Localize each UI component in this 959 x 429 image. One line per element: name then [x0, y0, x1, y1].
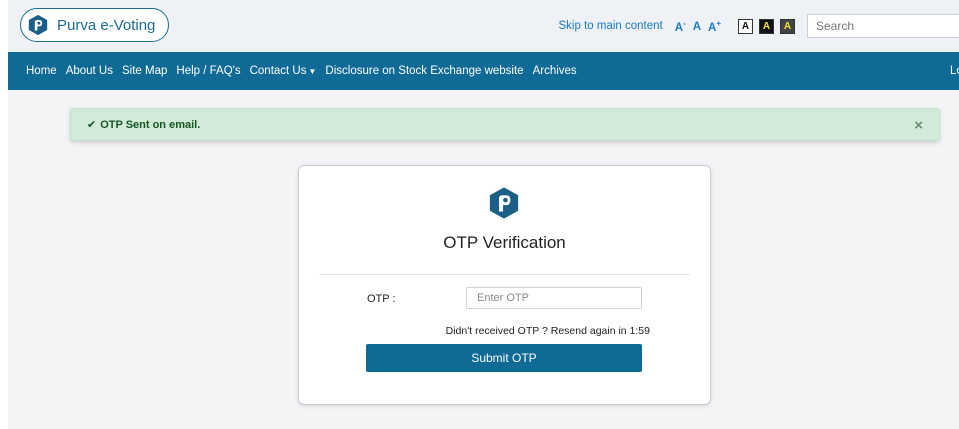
check-icon: ✔	[87, 119, 97, 131]
nav-contact-us[interactable]: Contact Us ▼	[250, 65, 317, 77]
brand-logo-link[interactable]: Purva e-Voting	[20, 8, 169, 42]
main-nav: Home About Us Site Map Help / FAQ's Cont…	[8, 52, 959, 90]
font-decrease-button[interactable]: A-	[675, 19, 686, 34]
purva-logo-icon	[489, 187, 519, 219]
nav-site-map[interactable]: Site Map	[122, 65, 167, 77]
brand-name: Purva e-Voting	[57, 16, 156, 34]
otp-sent-alert: ✔ OTP Sent on email. ×	[70, 108, 940, 141]
search-input[interactable]	[807, 14, 959, 38]
resend-timer-text: Didn't received OTP ? Resend again in 1:…	[445, 325, 650, 337]
contrast-controls: A A A	[738, 18, 795, 34]
font-normal-button[interactable]: A	[693, 21, 701, 33]
font-increase-button[interactable]: A+	[708, 19, 721, 34]
purva-logo-icon	[28, 14, 48, 36]
nav-about-us[interactable]: About Us	[66, 65, 113, 77]
contrast-high-button[interactable]: A	[759, 18, 774, 34]
submit-otp-button[interactable]: Submit OTP	[366, 344, 642, 372]
nav-disclosure[interactable]: Disclosure on Stock Exchange website	[325, 65, 523, 77]
divider	[319, 274, 690, 275]
otp-label: OTP :	[367, 293, 396, 305]
contrast-dark-button[interactable]: A	[780, 18, 795, 34]
app-window: Purva e-Voting Skip to main content A- A…	[8, 0, 959, 429]
page-title: OTP Verification	[443, 233, 566, 252]
skip-to-main-link[interactable]: Skip to main content	[559, 20, 663, 32]
top-header: Purva e-Voting Skip to main content A- A…	[8, 0, 959, 52]
font-size-controls: A- A A+	[675, 19, 721, 34]
otp-input[interactable]	[466, 287, 642, 309]
nav-archives[interactable]: Archives	[533, 65, 577, 77]
otp-card: OTP Verification OTP : Didn't received O…	[298, 165, 711, 405]
nav-login[interactable]: Lo	[950, 52, 959, 90]
contrast-default-button[interactable]: A	[738, 18, 753, 34]
header-tools: Skip to main content A- A A+ A A A	[559, 0, 959, 52]
nav-home[interactable]: Home	[26, 65, 57, 77]
caret-down-icon: ▼	[308, 67, 317, 76]
nav-help-faqs[interactable]: Help / FAQ's	[176, 65, 240, 77]
alert-message: OTP Sent on email.	[100, 118, 201, 131]
close-icon[interactable]: ×	[914, 117, 923, 134]
